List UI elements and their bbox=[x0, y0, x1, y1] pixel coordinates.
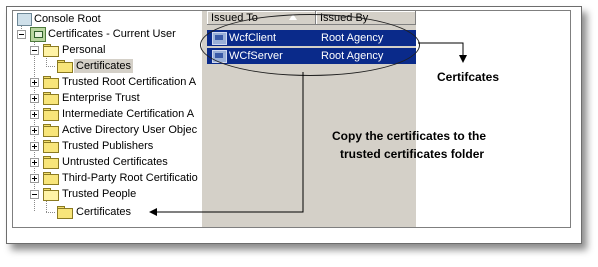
annotation-arrows bbox=[149, 42, 467, 216]
annotation-label: Certifcates bbox=[437, 70, 500, 84]
annotation-instruction-line2: trusted certificates folder bbox=[340, 147, 485, 161]
arrow-to-target-folder bbox=[149, 72, 304, 216]
annotation-instruction-line1: Copy the certificates to the bbox=[332, 129, 487, 143]
arrow-to-label bbox=[418, 42, 467, 63]
